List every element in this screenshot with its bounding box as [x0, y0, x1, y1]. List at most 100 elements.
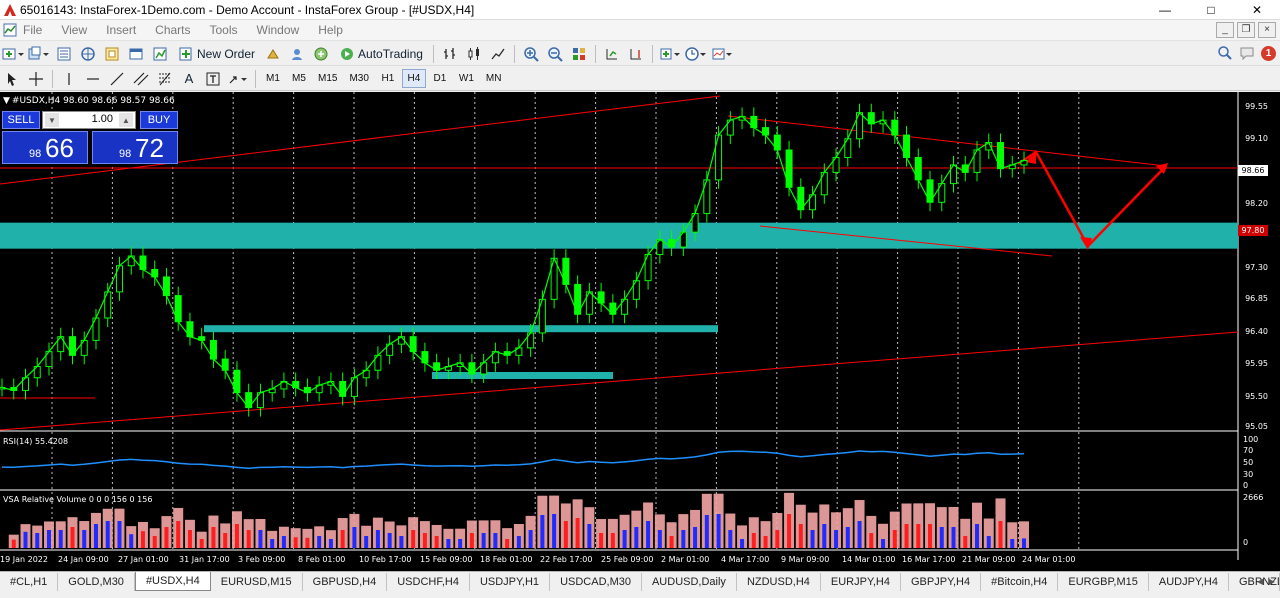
search-icon[interactable] [1217, 45, 1233, 61]
experts-icon[interactable] [263, 44, 283, 64]
auto-scroll-button[interactable] [602, 44, 622, 64]
close-button[interactable]: ✕ [1234, 0, 1280, 20]
child-close-button[interactable]: × [1258, 22, 1276, 38]
child-restore-button[interactable]: ❐ [1237, 22, 1255, 38]
tab-bitcoin-h4[interactable]: #Bitcoin,H4 [981, 573, 1059, 591]
candlestick-chart-button[interactable] [464, 44, 484, 64]
price-chart[interactable] [0, 92, 1280, 571]
text-label-icon[interactable] [203, 69, 223, 89]
menu-file[interactable]: File [23, 23, 42, 37]
data-window-icon[interactable] [78, 44, 98, 64]
market-icon[interactable] [311, 44, 331, 64]
indicators-button[interactable] [659, 44, 681, 64]
templates-button[interactable] [711, 44, 733, 64]
channel-icon[interactable] [131, 69, 151, 89]
timeframe-h4[interactable]: H4 [401, 69, 426, 88]
lot-decrease-button[interactable]: ▼ [45, 113, 59, 127]
lot-size-value[interactable]: 1.00 [61, 113, 117, 125]
vsa-volume-bar [35, 533, 40, 548]
chat-icon[interactable] [1239, 45, 1255, 61]
lot-increase-button[interactable]: ▲ [119, 113, 133, 127]
vsa-volume-bar [328, 539, 333, 548]
tile-windows-icon[interactable] [569, 44, 589, 64]
tab-cl-h1[interactable]: #CL,H1 [0, 573, 59, 591]
tab-eurusd-m15[interactable]: EURUSD,M15 [211, 573, 303, 591]
sell-price-button[interactable]: 98 66 [2, 131, 88, 164]
tab-eurgbp-m15[interactable]: EURGBP,M15 [1058, 573, 1149, 591]
zoom-out-icon[interactable] [545, 44, 565, 64]
crosshair-icon[interactable] [26, 69, 46, 89]
menu-help[interactable]: Help [318, 23, 343, 37]
tab-audjpy-h4[interactable]: AUDJPY,H4 [1149, 573, 1229, 591]
horizontal-line-icon[interactable] [83, 69, 103, 89]
maximize-button[interactable]: □ [1188, 0, 1234, 20]
timeframe-m5[interactable]: M5 [287, 69, 311, 88]
symbol-info: ▼ #USDX,H4 98.60 98.66 98.57 98.66 [3, 96, 175, 106]
chart-area[interactable]: ▼ #USDX,H4 98.60 98.66 98.57 98.66 SELL ▼… [0, 92, 1280, 571]
menu-window[interactable]: Window [257, 23, 300, 37]
profiles-button[interactable] [28, 44, 50, 64]
child-minimize-button[interactable]: _ [1216, 22, 1234, 38]
strategy-tester-icon[interactable] [150, 44, 170, 64]
vsa-volume-bar [211, 527, 216, 548]
minimize-button[interactable]: — [1142, 0, 1188, 20]
timeframe-h1[interactable]: H1 [376, 69, 400, 88]
alerts-badge[interactable]: 1 [1261, 45, 1276, 61]
toolbar-separator [255, 69, 256, 88]
tab-usdjpy-h1[interactable]: USDJPY,H1 [470, 573, 551, 591]
vsa-volume-bar [775, 530, 780, 548]
timeframe-w1[interactable]: W1 [454, 69, 479, 88]
buy-price-button[interactable]: 98 72 [92, 131, 178, 164]
timeframe-mn[interactable]: MN [481, 69, 507, 88]
tab-eurjpy-h4[interactable]: EURJPY,H4 [821, 573, 901, 591]
zoom-in-icon[interactable] [521, 44, 541, 64]
tab-usdcad-m30[interactable]: USDCAD,M30 [550, 573, 642, 591]
vsa-volume-bar [681, 530, 686, 548]
timeframe-m30[interactable]: M30 [344, 69, 373, 88]
timeframe-m1[interactable]: M1 [261, 69, 285, 88]
vsa-volume-bar [258, 530, 263, 548]
autotrading-button[interactable]: AutoTrading [335, 44, 427, 64]
buy-button[interactable]: BUY [140, 111, 178, 129]
tab-gold-m30[interactable]: GOLD,M30 [58, 573, 135, 591]
text-icon[interactable]: A [179, 69, 199, 89]
line-chart-button[interactable] [488, 44, 508, 64]
menu-charts[interactable]: Charts [155, 23, 190, 37]
timeframe-m15[interactable]: M15 [313, 69, 342, 88]
bar-chart-button[interactable] [440, 44, 460, 64]
vsa-volume-bar [798, 524, 803, 548]
cursor-icon[interactable] [2, 69, 22, 89]
tab-usdx-h4[interactable]: #USDX,H4 [134, 572, 211, 591]
lot-size-field[interactable]: ▼ 1.00 ▲ [42, 111, 136, 129]
market-watch-icon[interactable] [54, 44, 74, 64]
vertical-line-icon[interactable] [59, 69, 79, 89]
navigator-icon[interactable] [102, 44, 122, 64]
price-axis-tick: 99.10 [1245, 134, 1268, 143]
chart-shift-button[interactable] [626, 44, 646, 64]
autotrading-icon [341, 47, 354, 60]
tab-gbpjpy-h4[interactable]: GBPJPY,H4 [901, 573, 982, 591]
signals-icon[interactable] [287, 44, 307, 64]
vsa-volume-bar [540, 515, 545, 548]
periods-button[interactable] [685, 44, 707, 64]
arrows-menu-icon[interactable] [227, 69, 249, 89]
tabs-scroll-left-icon[interactable]: ◀ [1254, 575, 1266, 587]
trendline-icon[interactable] [107, 69, 127, 89]
timeframe-d1[interactable]: D1 [428, 69, 452, 88]
vsa-volume-bar [740, 539, 745, 548]
menu-insert[interactable]: Insert [106, 23, 136, 37]
terminal-icon[interactable] [126, 44, 146, 64]
tabs-scroll-right-icon[interactable]: ▶ [1266, 575, 1278, 587]
menu-tools[interactable]: Tools [210, 23, 238, 37]
time-axis-tick: 31 Jan 17:00 [179, 555, 230, 564]
tab-nzdusd-h4[interactable]: NZDUSD,H4 [737, 573, 821, 591]
tab-audusd-daily[interactable]: AUDUSD,Daily [642, 573, 737, 591]
menu-view[interactable]: View [61, 23, 87, 37]
fibonacci-icon[interactable] [155, 69, 175, 89]
tab-usdchf-h4[interactable]: USDCHF,H4 [387, 573, 470, 591]
new-chart-button[interactable] [2, 44, 24, 64]
new-order-button[interactable]: New Order [174, 44, 259, 64]
sell-button[interactable]: SELL [2, 111, 40, 129]
vsa-volume-bar [458, 539, 463, 548]
tab-gbpusd-h4[interactable]: GBPUSD,H4 [303, 573, 388, 591]
